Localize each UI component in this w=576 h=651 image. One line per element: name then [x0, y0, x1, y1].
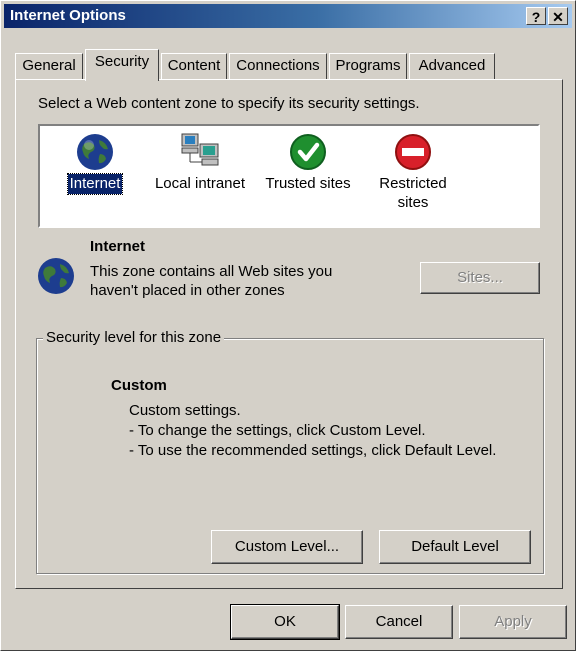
help-button[interactable]: ? [526, 7, 546, 25]
globe-icon [36, 256, 76, 296]
network-computers-icon [178, 132, 222, 172]
zone-label: Local intranet [154, 175, 246, 192]
tab-connections[interactable]: Connections [229, 53, 327, 79]
red-no-entry-icon [393, 132, 433, 172]
tab-programs[interactable]: Programs [329, 53, 407, 79]
cancel-button[interactable]: Cancel [345, 605, 453, 639]
close-button[interactable]: ✕ [548, 7, 568, 25]
zone-trusted-sites[interactable]: Trusted sites [260, 132, 356, 194]
green-check-icon [288, 132, 328, 172]
internet-options-window: Internet Options ? ✕ General Security Co… [0, 0, 576, 651]
ok-button[interactable]: OK [230, 604, 340, 640]
title-bar[interactable]: Internet Options ? ✕ [4, 4, 572, 28]
zone-list[interactable]: Internet Local intranet Trusted sites Re… [38, 124, 540, 228]
level-description: Custom settings. - To change the setting… [129, 401, 496, 461]
zone-desc-line1: This zone contains all Web sites you [90, 263, 333, 280]
custom-level-label: Custom Level... [234, 538, 340, 555]
security-tab-panel: Select a Web content zone to specify its… [15, 79, 563, 589]
zone-instruction: Select a Web content zone to specify its… [38, 95, 420, 112]
tab-security[interactable]: Security [85, 49, 159, 81]
zone-internet[interactable]: Internet [60, 132, 130, 195]
zone-label: Trusted sites [265, 175, 351, 192]
security-level-label: Security level for this zone [43, 329, 225, 346]
tab-general[interactable]: General [15, 53, 83, 79]
level-name: Custom [111, 377, 167, 394]
tab-advanced[interactable]: Advanced [409, 53, 495, 79]
tab-content[interactable]: Content [161, 53, 227, 79]
sites-button[interactable]: Sites... [420, 262, 540, 294]
zone-description: This zone contains all Web sites you hav… [90, 262, 332, 300]
zone-local-intranet[interactable]: Local intranet [150, 132, 250, 194]
level-desc-line3: - To use the recommended settings, click… [129, 442, 497, 459]
zone-label: Restricted sites [368, 174, 458, 212]
zone-desc-line2: haven't placed in other zones [90, 282, 285, 299]
sites-button-label: Sites... [457, 269, 503, 286]
zone-label-line1: Restricted [379, 175, 447, 192]
zone-name: Internet [90, 238, 146, 255]
level-desc-line2: - To change the settings, click Custom L… [129, 422, 426, 439]
default-level-button[interactable]: Default Level [379, 530, 531, 564]
level-desc-line1: Custom settings. [129, 402, 241, 419]
apply-button[interactable]: Apply [459, 605, 567, 639]
zone-label-line2: sites [397, 194, 429, 211]
window-title: Internet Options [10, 7, 126, 24]
default-level-label: Default Level [411, 538, 499, 555]
zone-label: Internet [66, 173, 124, 195]
zone-restricted-sites[interactable]: Restricted sites [368, 132, 458, 212]
custom-level-button[interactable]: Custom Level... [211, 530, 363, 564]
globe-icon [75, 132, 115, 172]
security-level-group: Security level for this zone Custom Cust… [36, 329, 544, 574]
